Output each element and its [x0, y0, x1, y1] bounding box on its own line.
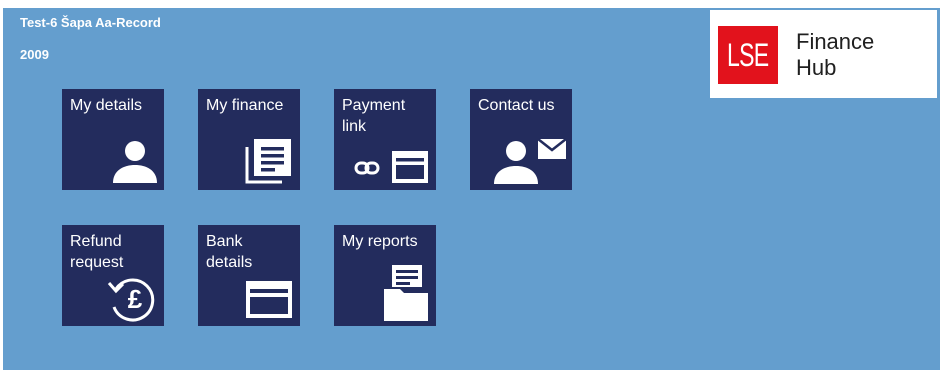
- tile-bank-details[interactable]: Bank details: [198, 225, 300, 326]
- folder-report-icon: [382, 265, 432, 323]
- tile-label: Refund request: [70, 233, 124, 271]
- tile-my-finance[interactable]: My finance: [198, 89, 300, 190]
- logo-text: Finance Hub: [796, 29, 874, 81]
- tile-label: Payment link: [342, 97, 406, 135]
- tile-label: My reports: [342, 233, 418, 250]
- logo-text-line2: Hub: [796, 55, 837, 80]
- finance-hub-page: Test-6 Šapa Aa-Record 2009 LSE Finance H…: [3, 8, 940, 370]
- tile-label: My finance: [206, 97, 284, 114]
- lse-logo-mark: LSE: [718, 26, 778, 84]
- tile-payment-link[interactable]: Payment link: [334, 89, 436, 190]
- pound-refund-icon: £: [106, 273, 158, 323]
- logo-text-line1: Finance: [796, 29, 875, 54]
- person-mail-icon: [494, 136, 568, 184]
- document-icon: [244, 135, 294, 185]
- tile-contact-us[interactable]: Contact us: [470, 89, 572, 190]
- person-icon: [112, 139, 158, 183]
- tile-label: Contact us: [478, 97, 555, 114]
- lse-finance-hub-logo: LSE Finance Hub: [710, 10, 937, 98]
- tile-label: Bank details: [206, 233, 253, 271]
- tile-my-details[interactable]: My details: [62, 89, 164, 190]
- user-year: 2009: [20, 47, 49, 62]
- link-card-icon: [354, 149, 430, 185]
- svg-text:£: £: [128, 284, 143, 314]
- tile-label: My details: [70, 97, 143, 114]
- tile-my-reports[interactable]: My reports: [334, 225, 436, 326]
- card-icon: [246, 281, 294, 319]
- tile-refund-request[interactable]: Refund request £: [62, 225, 164, 326]
- user-name: Test-6 Šapa Aa-Record: [20, 15, 161, 30]
